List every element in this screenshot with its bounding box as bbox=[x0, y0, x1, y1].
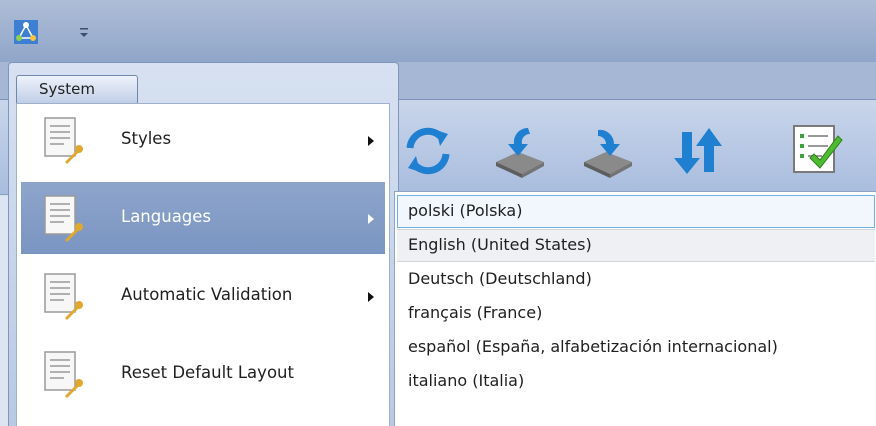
menu-item-label: Styles bbox=[121, 129, 172, 148]
submenu-arrow-icon bbox=[368, 214, 374, 224]
language-option-deutsch[interactable]: Deutsch (Deutschland) bbox=[397, 263, 875, 296]
language-option-italiano[interactable]: italiano (Italia) bbox=[397, 365, 875, 398]
system-menu-panel: Styles Languages Automatic Validation Re… bbox=[16, 103, 390, 426]
languages-submenu: polski (Polska) English (United States) … bbox=[394, 191, 876, 426]
language-option-polski[interactable]: polski (Polska) bbox=[397, 195, 875, 228]
export-icon[interactable] bbox=[580, 122, 636, 178]
validate-checklist-icon[interactable] bbox=[788, 122, 844, 178]
language-option-espanol[interactable]: español (España, alfabetización internac… bbox=[397, 331, 875, 364]
customize-quick-access-icon[interactable] bbox=[78, 26, 90, 40]
sort-icon[interactable] bbox=[670, 122, 726, 178]
menu-item-label: Automatic Validation bbox=[121, 285, 293, 304]
language-option-english[interactable]: English (United States) bbox=[397, 229, 875, 262]
menu-item-styles[interactable]: Styles bbox=[21, 104, 385, 176]
network-graph-icon[interactable] bbox=[14, 20, 38, 44]
submenu-arrow-icon bbox=[368, 136, 374, 146]
language-option-francais[interactable]: français (France) bbox=[397, 297, 875, 330]
refresh-icon[interactable] bbox=[400, 122, 456, 178]
menu-item-automatic-validation[interactable]: Automatic Validation bbox=[21, 260, 385, 332]
title-bar bbox=[0, 0, 876, 62]
document-wrench-icon bbox=[44, 273, 83, 320]
document-wrench-icon bbox=[44, 351, 83, 398]
document-wrench-icon bbox=[44, 117, 83, 164]
system-menu: System Styles Languages Automatic Valida… bbox=[8, 62, 399, 426]
system-tab[interactable]: System bbox=[16, 75, 138, 103]
menu-item-reset-default-layout[interactable]: Reset Default Layout bbox=[21, 338, 385, 410]
document-wrench-icon bbox=[44, 195, 83, 242]
menu-item-label: Reset Default Layout bbox=[121, 363, 294, 382]
menu-item-languages[interactable]: Languages bbox=[21, 182, 385, 254]
import-icon[interactable] bbox=[492, 122, 548, 178]
submenu-arrow-icon bbox=[368, 292, 374, 302]
menu-item-label: Languages bbox=[121, 207, 212, 226]
